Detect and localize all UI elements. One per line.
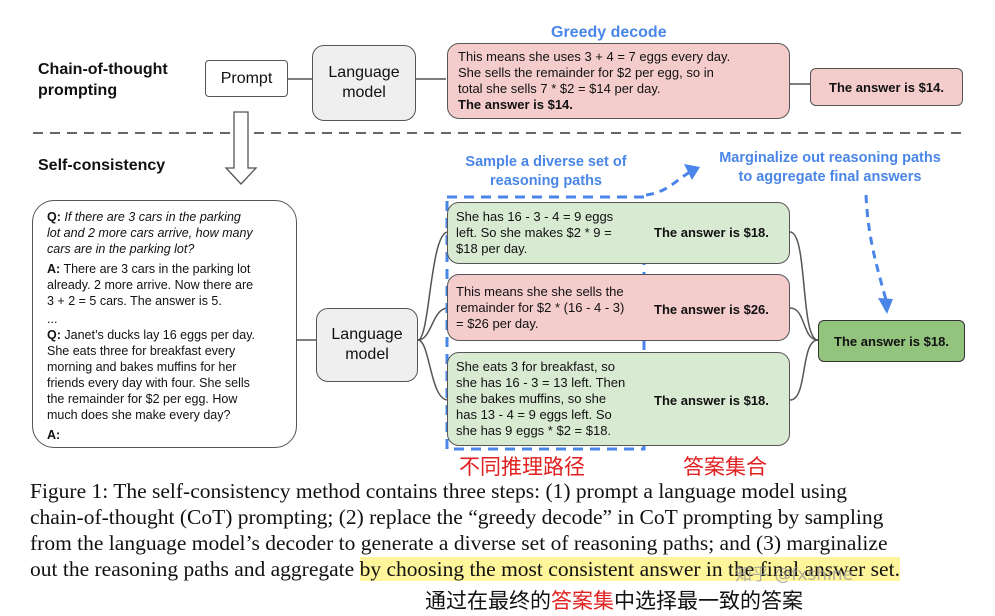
prompt-ellipsis: ...	[47, 312, 58, 326]
cot-lm-line1: Language	[328, 64, 400, 81]
path1-line2: left. So she makes $2 * 9 =	[456, 225, 612, 240]
path2-line2: remainder for $2 * (16 - 4 - 3)	[456, 300, 625, 315]
a2-prefix: A:	[47, 428, 61, 442]
a2-line: A:	[47, 427, 282, 443]
q1-line2: lot and 2 more cars arrive, how many	[47, 226, 253, 240]
path3-line5: she has 9 eggs * $2 = $18.	[456, 423, 612, 438]
reasoning-path-2: This means she she sells the remainder f…	[447, 274, 790, 341]
path3-line2: she has 16 - 3 = 13 left. Then	[456, 375, 626, 390]
q1-prefix: Q:	[47, 210, 61, 224]
sc-label: Self-consistency	[38, 157, 166, 174]
greedy-line3: total she sells 7 * $2 = $14 per day.	[458, 81, 661, 96]
cot-label-line1: Chain-of-thought	[38, 61, 168, 78]
marginalize-title-line2: to aggregate final answers	[738, 169, 922, 185]
caption-line3: from the language model’s decoder to gen…	[30, 531, 888, 555]
q2-line2: She eats three for breakfast every	[47, 344, 236, 358]
q1-text1: If there are 3 cars in the parking	[60, 210, 241, 224]
cot-answer-box: The answer is $14.	[810, 68, 963, 106]
q2-prefix: Q:	[47, 328, 61, 342]
cot-answer-label: The answer is $14.	[829, 79, 944, 95]
lm-to-path3-curve	[417, 339, 449, 401]
prompt-box-label: Prompt	[220, 69, 273, 87]
sc-prompt-box: Q: If there are 3 cars in the parking lo…	[32, 200, 297, 448]
a1-line1: A: There are 3 cars in the parking lot	[47, 261, 282, 277]
final-arrow-head-icon	[878, 298, 893, 314]
cot-label-line2: prompting	[38, 82, 118, 99]
bottom-cn-note: 通过在最终的答案集中选择最一致的答案	[425, 585, 803, 615]
q1-line1: Q: If there are 3 cars in the parking	[47, 209, 282, 225]
path3-text: She eats 3 for breakfast, so she has 16 …	[456, 359, 651, 439]
cot-lm-line2: model	[342, 84, 386, 101]
greedy-line4: The answer is $14.	[458, 97, 573, 112]
q2-line6: much does she make every day?	[47, 408, 231, 422]
final-answer-box: The answer is $18.	[818, 320, 965, 362]
final-answer-label: The answer is $18.	[834, 333, 949, 349]
sc-lm-box: Language model	[316, 308, 418, 382]
down-arrow-icon	[224, 111, 258, 185]
path3-line1: She eats 3 for breakfast, so	[456, 359, 615, 374]
caption-line2: chain-of-thought (CoT) prompting; (2) re…	[30, 505, 884, 529]
sample-title: Sample a diverse set of reasoning paths	[436, 153, 656, 191]
a1-line3: 3 + 2 = 5 cars. The answer is 5.	[47, 294, 222, 308]
path2-to-final-curve	[789, 307, 819, 341]
q2-text1: Janet’s ducks lay 16 eggs per day.	[60, 328, 255, 342]
greedy-line1: This means she uses 3 + 4 = 7 eggs every…	[458, 49, 731, 64]
caption-line1: Figure 1: The self-consistency method co…	[30, 479, 848, 503]
sc-lm-line1: Language	[331, 326, 403, 343]
cot-lm-box: Language model	[312, 45, 416, 121]
path2-answer: The answer is $26.	[654, 302, 769, 317]
a1-line2: already. 2 more arrive. Now there are	[47, 278, 254, 292]
watermark-text: 知乎 @fxshine	[735, 565, 854, 585]
final-arrow-curve	[864, 194, 888, 301]
reasoning-path-1: She has 16 - 3 - 4 = 9 eggs left. So she…	[447, 202, 790, 264]
caption-line4-pre: out the reasoning paths and aggregate	[30, 557, 360, 581]
path3-answer: The answer is $18.	[654, 393, 769, 408]
sc-lm-line2: model	[345, 346, 389, 363]
path1-answer: The answer is $18.	[654, 225, 769, 240]
marginalize-title-line1: Marginalize out reasoning paths	[719, 150, 941, 166]
greedy-title: Greedy decode	[551, 24, 667, 41]
greedy-box: This means she uses 3 + 4 = 7 eggs every…	[447, 43, 790, 119]
path2-line3: = $26 per day.	[456, 316, 539, 331]
path3-to-final-curve	[789, 339, 819, 401]
q2-line4: friends every day with four. She sells	[47, 376, 250, 390]
a1-prefix: A:	[47, 262, 61, 276]
path3-line4: has 13 - 4 = 9 eggs left. So	[456, 407, 612, 422]
watermark: 知乎 @fxshine	[735, 560, 853, 585]
paths-cn-annotation: 不同推理路径	[459, 455, 585, 479]
cot-label: Chain-of-thought prompting	[38, 59, 168, 101]
a1-text1: There are 3 cars in the parking lot	[60, 262, 251, 276]
greedy-line2: She sells the remainder for $2 per egg, …	[458, 65, 714, 80]
answers-cn-annotation: 答案集合	[683, 455, 767, 479]
q2-line1: Q: Janet’s ducks lay 16 eggs per day.	[47, 327, 282, 343]
bottom-cn-red: 答案集	[551, 589, 614, 613]
path1-line1: She has 16 - 3 - 4 = 9 eggs	[456, 209, 614, 224]
sample-title-line2: reasoning paths	[490, 173, 602, 189]
reasoning-path-3: She eats 3 for breakfast, so she has 16 …	[447, 352, 790, 446]
bottom-cn-post: 中选择最一致的答案	[614, 589, 803, 613]
bottom-cn-pre: 通过在最终的	[425, 589, 551, 613]
path1-text: She has 16 - 3 - 4 = 9 eggs left. So she…	[456, 209, 646, 257]
q2-line5: the remainder for $2 per egg. How	[47, 392, 238, 406]
path1-line3: $18 per day.	[456, 241, 528, 256]
path3-line3: she bakes muffins, so she	[456, 391, 607, 406]
q1-line3: cars are in the parking lot?	[47, 242, 195, 256]
path2-text: This means she she sells the remainder f…	[456, 284, 651, 332]
path2-line1: This means she she sells the	[456, 284, 624, 299]
sample-title-line1: Sample a diverse set of	[465, 154, 627, 170]
q2-line3: morning and bakes muffins for her	[47, 360, 237, 374]
prompt-box: Prompt	[205, 60, 288, 97]
marginalize-title: Marginalize out reasoning paths to aggre…	[690, 149, 970, 187]
